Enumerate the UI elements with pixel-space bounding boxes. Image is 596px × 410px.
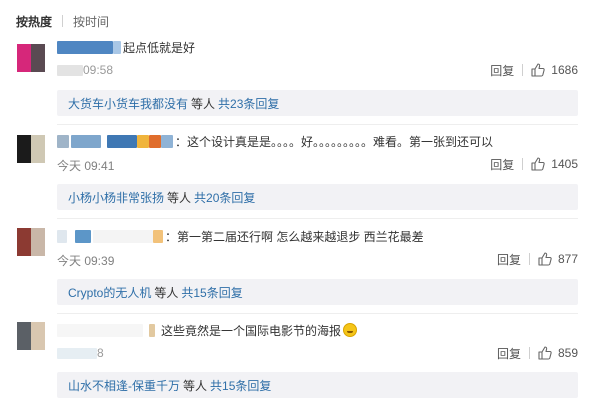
comment-line: 起点低就是好	[57, 38, 195, 56]
view-replies-link[interactable]: 共23条回复	[218, 95, 279, 112]
like-button[interactable]: 877	[538, 252, 578, 266]
reply-thread-summary: Crypto的无人机 等人 共15条回复	[57, 279, 578, 305]
comment-time: 今天 09:41	[57, 159, 115, 173]
like-count: 1405	[551, 157, 578, 171]
avatar[interactable]	[17, 228, 45, 256]
like-button[interactable]: 1686	[531, 63, 578, 77]
username-redacted[interactable]	[57, 229, 67, 243]
comment-actions: 回复 1686	[490, 62, 578, 78]
comment-text: ：这个设计真是是。。。。好。。。。。。。。。难看。第一张到还可以	[175, 134, 494, 149]
sort-by-hot-tab[interactable]: 按热度	[16, 13, 52, 30]
like-count: 877	[557, 252, 578, 266]
row-divider	[57, 218, 578, 219]
thumbs-up-icon	[531, 63, 545, 77]
like-button[interactable]: 1405	[531, 157, 578, 171]
comment-time: 09:58	[57, 63, 113, 77]
like-count: 1686	[551, 63, 578, 77]
view-replies-link[interactable]: 共15条回复	[181, 284, 242, 301]
laughing-emoji-icon	[343, 323, 358, 337]
comment-text: 起点低就是好	[123, 40, 196, 55]
comment-actions: 回复 1405	[490, 156, 578, 172]
comment-actions: 回复 877	[497, 251, 578, 267]
reply-user-link[interactable]: 山水不相逢-保重千万	[68, 377, 180, 394]
reply-button[interactable]: 回复	[497, 251, 521, 268]
comment-text: 这些竟然是一个国际电影节的海报	[161, 323, 342, 338]
reply-thread-summary: 大货车小货车我都没有 等人 共23条回复	[57, 90, 578, 116]
comment-text: ：第一第二届还行啊 怎么越来越退步 西兰花最差	[165, 229, 424, 244]
reply-user-link[interactable]: Crypto的无人机	[68, 284, 151, 301]
like-count: 859	[557, 346, 578, 360]
comment-actions: 回复 859	[497, 345, 578, 361]
username-redacted[interactable]	[57, 323, 143, 337]
reply-button[interactable]: 回复	[490, 156, 514, 173]
thumbs-up-icon	[531, 157, 545, 171]
view-replies-link[interactable]: 共15条回复	[210, 377, 271, 394]
comment-time: 今天 09:39	[57, 254, 115, 268]
sort-by-time-tab[interactable]: 按时间	[73, 13, 109, 30]
reply-thread-summary: 小杨小杨非常张扬 等人 共20条回复	[57, 184, 578, 210]
reply-thread-summary: 山水不相逢-保重千万 等人 共15条回复	[57, 372, 578, 398]
comment-line: ：第一第二届还行啊 怎么越来越退步 西兰花最差	[57, 227, 424, 245]
reply-user-link[interactable]: 大货车小货车我都没有	[68, 95, 188, 112]
comment-time: 8	[57, 346, 104, 360]
row-divider	[57, 313, 578, 314]
reply-button[interactable]: 回复	[490, 62, 514, 79]
thumbs-up-icon	[538, 252, 552, 266]
sort-divider	[62, 15, 64, 27]
view-replies-link[interactable]: 共20条回复	[194, 189, 255, 206]
reply-button[interactable]: 回复	[497, 345, 521, 362]
username-redacted[interactable]	[57, 40, 113, 54]
like-button[interactable]: 859	[538, 346, 578, 360]
reply-user-link[interactable]: 小杨小杨非常张扬	[68, 189, 164, 206]
comment-line: ：这个设计真是是。。。。好。。。。。。。。。难看。第一张到还可以	[57, 132, 493, 150]
thumbs-up-icon	[538, 346, 552, 360]
username-redacted[interactable]	[57, 134, 69, 148]
avatar[interactable]	[17, 322, 45, 350]
avatar[interactable]	[17, 135, 45, 163]
sort-bar: 按热度 按时间	[16, 13, 109, 29]
row-divider	[57, 124, 578, 125]
comment-line: 这些竟然是一个国际电影节的海报	[57, 321, 358, 339]
avatar[interactable]	[17, 44, 45, 72]
